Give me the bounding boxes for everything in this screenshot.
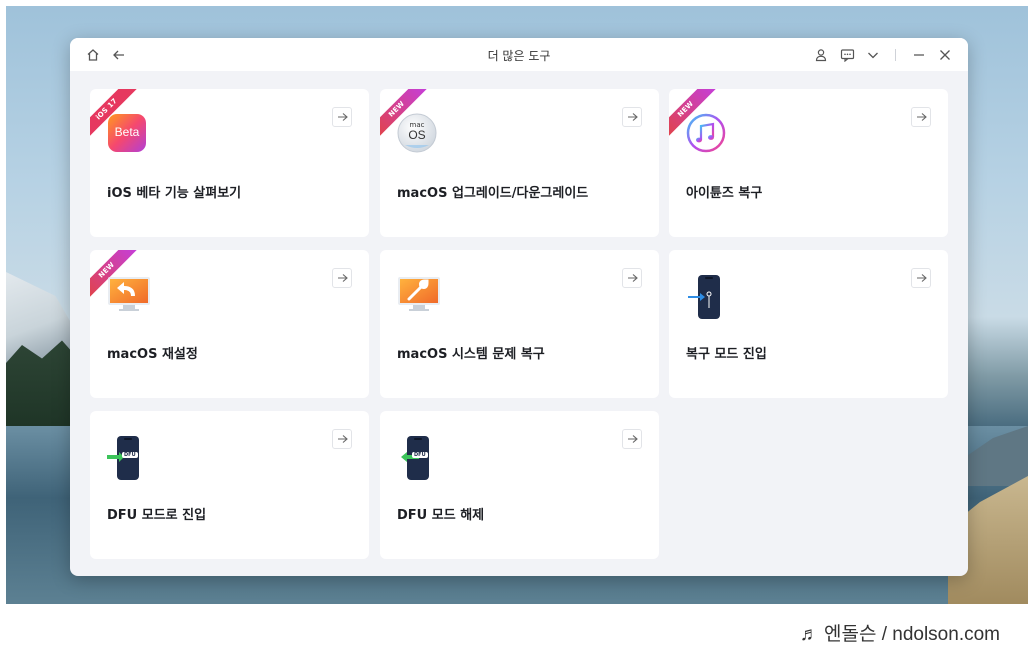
card-exit-dfu[interactable]: DFU DFU 모드 해제 [380,411,659,559]
arrow-right-icon[interactable] [332,268,352,288]
minimize-icon[interactable] [910,46,928,64]
user-icon[interactable] [812,46,830,64]
card-itunes-repair[interactable]: NEW 아이튠즈 복구 [669,89,948,237]
feedback-icon[interactable] [838,46,856,64]
window-title: 더 많은 도구 [487,49,551,63]
arrow-right-icon[interactable] [332,107,352,127]
arrow-right-icon[interactable] [622,268,642,288]
arrow-right-icon[interactable] [911,107,931,127]
dfu-enter-phone-icon: DFU [107,435,147,480]
close-icon[interactable] [936,46,954,64]
app-window: 더 많은 도구 iOS 17 Beta iOS 베타 기능 살펴보기 NEW m… [70,38,968,576]
title-bar: 더 많은 도구 [70,38,968,71]
card-macos-system-repair[interactable]: macOS 시스템 문제 복구 [380,250,659,398]
titlebar-divider [895,49,896,61]
card-label: 복구 모드 진입 [686,347,767,362]
card-label: iOS 베타 기능 살펴보기 [107,186,242,201]
card-label: macOS 업그레이드/다운그레이드 [397,186,589,201]
card-label: DFU 모드 해제 [397,508,485,523]
mac-reset-icon [107,274,150,314]
recovery-mode-phone-icon [686,274,726,319]
dfu-label-icon-text: DFU [122,452,138,458]
arrow-right-icon[interactable] [911,268,931,288]
beta-app-icon: Beta [107,113,147,153]
macos-icon: mac OS [397,113,437,153]
dfu-exit-phone-icon: DFU [397,435,437,480]
card-label: macOS 시스템 문제 복구 [397,347,545,362]
card-label: 아이튠즈 복구 [686,186,763,201]
card-macos-reset[interactable]: NEW macOS 재설정 [90,250,369,398]
card-enter-dfu[interactable]: DFU DFU 모드로 진입 [90,411,369,559]
watermark: ♬ 엔돌슨 / ndolson.com [730,612,1030,652]
card-label: macOS 재설정 [107,347,198,362]
arrow-right-icon[interactable] [622,107,642,127]
arrow-right-icon[interactable] [622,429,642,449]
macos-icon-text: OS [408,128,426,142]
card-recovery-mode[interactable]: 복구 모드 진입 [669,250,948,398]
itunes-icon [686,113,726,153]
arrow-right-icon[interactable] [332,429,352,449]
card-ios-beta[interactable]: iOS 17 Beta iOS 베타 기능 살펴보기 [90,89,369,237]
beta-icon-text: Beta [114,125,140,139]
card-label: DFU 모드로 진입 [107,508,207,523]
card-macos-upgrade[interactable]: NEW mac OS macOS 업그레이드/다운그레이드 [380,89,659,237]
mac-repair-icon [397,274,440,314]
dfu-label-icon-text: DFU [412,452,428,458]
chevron-down-icon[interactable] [864,46,882,64]
